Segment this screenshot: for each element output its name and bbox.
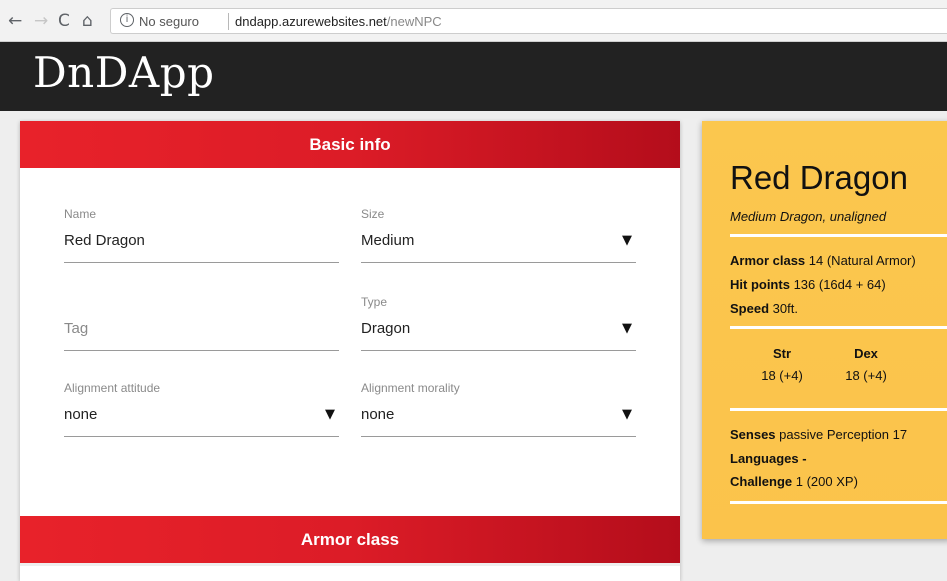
speed-line: Speed 30ft. xyxy=(730,301,798,316)
alignment-attitude-select[interactable]: Alignment attitude none ▼ xyxy=(64,381,339,437)
alignment-attitude-value[interactable]: none xyxy=(64,406,97,423)
stat-block: Red Dragon Medium Dragon, unaligned Armo… xyxy=(702,121,947,539)
alignment-attitude-label: Alignment attitude xyxy=(64,381,161,395)
app-logo[interactable]: DnDApp xyxy=(33,48,215,97)
alignment-morality-label: Alignment morality xyxy=(361,381,460,395)
speed-label: Speed xyxy=(730,301,770,316)
hit-points-label: Hit points xyxy=(730,277,790,292)
reload-icon[interactable]: C xyxy=(58,11,70,31)
alignment-morality-select[interactable]: Alignment morality none ▼ xyxy=(361,381,636,437)
name-label: Name xyxy=(64,207,97,221)
ability-value: 18 (+4) xyxy=(761,368,803,383)
statblock-divider xyxy=(730,326,947,329)
app-header: DnDApp xyxy=(0,42,947,111)
size-select[interactable]: Size Medium ▼ xyxy=(361,207,636,263)
speed-value: 30ft. xyxy=(772,301,798,316)
forward-arrow-icon[interactable]: → xyxy=(34,11,48,31)
languages-line: Languages - xyxy=(730,451,807,466)
name-input[interactable]: Red Dragon xyxy=(64,232,145,249)
armor-class-value: 14 (Natural Armor) xyxy=(808,253,916,268)
url-path: /newNPC xyxy=(386,14,442,29)
armor-class-line: Armor class 14 (Natural Armor) xyxy=(730,253,916,268)
ability-dex: Dex 18 (+4) xyxy=(836,346,896,383)
npc-form-card: Basic info Name Red Dragon Size Medium ▼… xyxy=(20,121,680,581)
address-divider xyxy=(228,13,229,30)
statblock-divider xyxy=(730,501,947,504)
tag-field[interactable]: Tag xyxy=(64,295,339,351)
challenge-value: 1 (200 XP) xyxy=(795,474,858,489)
ability-name: Dex xyxy=(854,346,878,361)
tag-input[interactable]: Tag xyxy=(64,320,88,337)
monster-type-line: Medium Dragon, unaligned xyxy=(730,209,887,224)
chevron-down-icon[interactable]: ▼ xyxy=(622,233,632,248)
type-value[interactable]: Dragon xyxy=(361,320,410,337)
url-host: dndapp.azurewebsites.net xyxy=(235,14,387,29)
size-label: Size xyxy=(361,207,385,221)
monster-name: Red Dragon xyxy=(730,159,908,196)
browser-toolbar: ← → C ⌂ i No seguro dndapp.azurewebsites… xyxy=(0,0,947,42)
ability-value: 18 (+4) xyxy=(845,368,887,383)
insecure-label[interactable]: No seguro xyxy=(139,14,199,29)
hit-points-line: Hit points 136 (16d4 + 64) xyxy=(730,277,886,292)
challenge-line: Challenge 1 (200 XP) xyxy=(730,474,858,489)
armor-class-label: Armor class xyxy=(730,253,806,268)
address-bar[interactable]: i No seguro dndapp.azurewebsites.net/new… xyxy=(110,8,947,34)
armor-class-header[interactable]: Armor class xyxy=(20,516,680,563)
statblock-divider xyxy=(730,234,947,237)
senses-label: Senses xyxy=(730,427,776,442)
ability-str: Str 18 (+4) xyxy=(752,346,812,383)
type-select[interactable]: Type Dragon ▼ xyxy=(361,295,636,351)
home-icon[interactable]: ⌂ xyxy=(82,11,93,31)
size-value[interactable]: Medium xyxy=(361,232,414,249)
senses-line: Senses passive Perception 17 xyxy=(730,427,907,442)
alignment-morality-value[interactable]: none xyxy=(361,406,394,423)
type-label: Type xyxy=(361,295,388,309)
name-field[interactable]: Name Red Dragon xyxy=(64,207,339,263)
hit-points-value: 136 (16d4 + 64) xyxy=(793,277,886,292)
info-icon[interactable]: i xyxy=(120,13,134,27)
basic-info-header[interactable]: Basic info xyxy=(20,121,680,168)
url-text[interactable]: dndapp.azurewebsites.net/newNPC xyxy=(235,14,442,29)
languages-value: - xyxy=(802,451,807,466)
section-divider xyxy=(20,563,680,566)
chevron-down-icon[interactable]: ▼ xyxy=(622,321,632,336)
statblock-divider xyxy=(730,408,947,411)
senses-value: passive Perception 17 xyxy=(779,427,908,442)
ability-name: Str xyxy=(772,346,792,361)
chevron-down-icon[interactable]: ▼ xyxy=(622,407,632,422)
challenge-label: Challenge xyxy=(730,474,793,489)
chevron-down-icon[interactable]: ▼ xyxy=(325,407,335,422)
back-arrow-icon[interactable]: ← xyxy=(8,11,22,31)
languages-label: Languages xyxy=(730,451,799,466)
